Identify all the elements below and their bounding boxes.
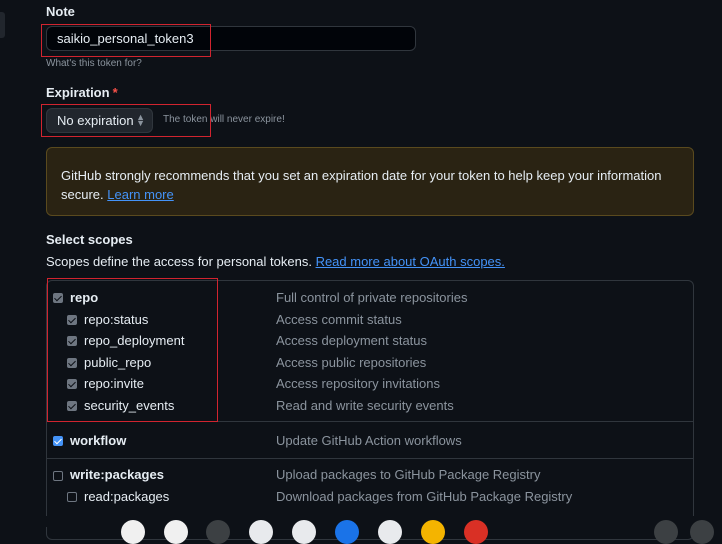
required-mark: * [112, 85, 118, 100]
scope-name-repo: repo [70, 290, 99, 305]
taskbar-app-icon[interactable] [378, 520, 402, 544]
scope-desc-repo-deployment: Access deployment status [276, 333, 428, 348]
expiration-warning-flash: GitHub strongly recommends that you set … [46, 147, 694, 216]
scope-name-security-events: security_events [84, 398, 175, 413]
scope-checkbox-write-packages[interactable] [53, 471, 63, 481]
taskbar-app-icon[interactable] [464, 520, 488, 544]
taskbar [0, 516, 722, 527]
scope-name-workflow: workflow [70, 433, 127, 448]
scope-checkbox-repo-status[interactable] [67, 315, 77, 325]
scope-desc-repo: Full control of private repositories [276, 290, 468, 305]
scopes-description: Scopes define the access for personal to… [46, 254, 505, 269]
scope-name-repo-deployment: repo_deployment [84, 333, 185, 348]
scope-checkbox-read-packages[interactable] [67, 492, 77, 502]
taskbar-app-icon[interactable] [654, 520, 678, 544]
expiration-message: The token will never expire! [163, 114, 285, 125]
scope-checkbox-workflow[interactable] [53, 436, 63, 446]
scope-name-public-repo: public_repo [84, 355, 152, 370]
taskbar-app-icon[interactable] [335, 520, 359, 544]
scope-desc-repo-invite: Access repository invitations [276, 376, 441, 391]
taskbar-app-icon[interactable] [421, 520, 445, 544]
note-input[interactable] [46, 26, 416, 51]
scope-checkbox-security-events[interactable] [67, 401, 77, 411]
scope-desc-write-packages: Upload packages to GitHub Package Regist… [276, 467, 541, 482]
scope-divider [47, 421, 693, 422]
scope-desc-workflow: Update GitHub Action workflows [276, 433, 462, 448]
scope-desc-security-events: Read and write security events [276, 398, 454, 413]
scope-desc-repo-status: Access commit status [276, 312, 402, 327]
scope-divider [47, 458, 693, 459]
scope-checkbox-repo-deployment[interactable] [67, 336, 77, 346]
taskbar-app-icon[interactable] [292, 520, 316, 544]
scope-desc-read-packages: Download packages from GitHub Package Re… [276, 489, 573, 504]
scope-name-write-packages: write:packages [70, 467, 164, 482]
note-hint: What's this token for? [46, 58, 142, 69]
note-label: Note [46, 4, 75, 19]
scope-checkbox-repo-invite[interactable] [67, 379, 77, 389]
taskbar-app-icon[interactable] [164, 520, 188, 544]
scope-checkbox-public-repo[interactable] [67, 358, 77, 368]
left-edge-tab [0, 12, 5, 38]
expiration-label-text: Expiration [46, 85, 110, 100]
expiration-label: Expiration * [46, 85, 118, 100]
expiration-selected-value: No expiration [57, 113, 134, 128]
learn-more-link[interactable]: Learn more [107, 187, 173, 202]
scopes-title: Select scopes [46, 232, 133, 247]
expiration-select[interactable]: No expiration ▲ ▼ [46, 108, 153, 133]
scope-checkbox-repo[interactable] [53, 293, 63, 303]
scopes-description-text: Scopes define the access for personal to… [46, 254, 312, 269]
taskbar-app-icon[interactable] [206, 520, 230, 544]
scope-name-repo-status: repo:status [84, 312, 149, 327]
scope-name-read-packages: read:packages [84, 489, 170, 504]
taskbar-app-icon[interactable] [249, 520, 273, 544]
oauth-scopes-link[interactable]: Read more about OAuth scopes. [316, 254, 505, 269]
taskbar-app-icon[interactable] [690, 520, 714, 544]
taskbar-app-icon[interactable] [121, 520, 145, 544]
select-chevron-icon: ▲ ▼ [136, 112, 145, 128]
scope-desc-public-repo: Access public repositories [276, 355, 427, 370]
scope-name-repo-invite: repo:invite [84, 376, 144, 391]
